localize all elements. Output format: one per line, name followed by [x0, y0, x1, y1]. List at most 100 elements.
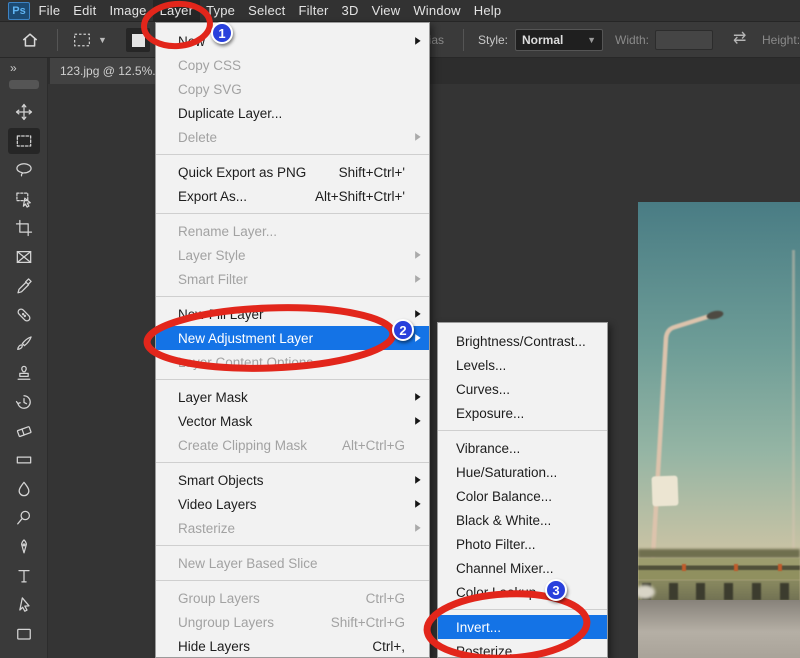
menu-item-label: Copy SVG: [178, 82, 242, 97]
menu-item-label: New Adjustment Layer: [178, 331, 313, 346]
adjustment-submenu-item-color-lookup[interactable]: Color Lookup...: [438, 580, 607, 604]
brush-tool[interactable]: [8, 331, 40, 357]
menu-layer[interactable]: Layer: [153, 0, 200, 21]
menu-item-label: Layer Content Options...: [178, 355, 324, 370]
menu-help[interactable]: Help: [467, 0, 508, 21]
far-pole: [792, 250, 795, 562]
adjustment-submenu-item-photo-filter[interactable]: Photo Filter...: [438, 532, 607, 556]
history-brush-tool[interactable]: [8, 389, 40, 415]
menu-item-label: New: [178, 34, 205, 49]
layer-menu-item-video-layers[interactable]: Video Layers▶: [156, 492, 429, 516]
pen-tool[interactable]: [8, 534, 40, 560]
menu-item-label: Channel Mixer...: [456, 561, 554, 576]
menu-item-label: Hide Layers: [178, 639, 250, 654]
adjustment-submenu-item-exposure[interactable]: Exposure...: [438, 401, 607, 425]
layer-menu-item-new-layer-based-slice: New Layer Based Slice: [156, 551, 429, 575]
menu-window[interactable]: Window: [407, 0, 467, 21]
menu-item-label: Posterize...: [456, 644, 524, 658]
menu-separator: [156, 296, 429, 297]
traffic-cone: [734, 564, 738, 571]
submenu-arrow-icon: ▶: [415, 475, 421, 486]
blur-tool[interactable]: [8, 476, 40, 502]
path-selection-tool[interactable]: [8, 592, 40, 618]
path-selection-tool-icon: [14, 595, 34, 615]
type-tool-icon: [14, 566, 34, 586]
clone-stamp-tool[interactable]: [8, 360, 40, 386]
adjustment-submenu-item-vibrance[interactable]: Vibrance...: [438, 436, 607, 460]
eraser-tool[interactable]: [8, 418, 40, 444]
menu-item-shortcut: Ctrl+G: [352, 591, 405, 606]
menu-separator: [438, 609, 607, 610]
submenu-arrow-icon: ▶: [415, 274, 421, 285]
object-selection-tool[interactable]: [8, 186, 40, 212]
tool-preset-marquee-icon[interactable]: ▼: [72, 22, 107, 58]
adjustment-submenu-item-posterize[interactable]: Posterize...: [438, 639, 607, 658]
lasso-tool[interactable]: [8, 157, 40, 183]
style-dropdown[interactable]: Normal ▼: [515, 29, 603, 51]
frame-tool-icon: [14, 247, 34, 267]
layer-menu-item-layer-content-options: Layer Content Options...: [156, 350, 429, 374]
road: [638, 600, 800, 658]
move-tool-icon: [14, 102, 34, 122]
layer-menu-item-new[interactable]: New▶: [156, 29, 429, 53]
adjustment-submenu-item-levels[interactable]: Levels...: [438, 353, 607, 377]
layer-menu-item-quick-export-as-png[interactable]: Quick Export as PNGShift+Ctrl+': [156, 160, 429, 184]
move-tool[interactable]: [8, 99, 40, 125]
layer-menu-item-hide-layers[interactable]: Hide LayersCtrl+,: [156, 634, 429, 658]
menu-filter[interactable]: Filter: [292, 0, 335, 21]
chevron-down-icon: ▼: [587, 35, 596, 45]
rectangular-marquee-tool[interactable]: [8, 128, 40, 154]
menu-3d[interactable]: 3D: [335, 0, 365, 21]
layer-menu-item-duplicate-layer[interactable]: Duplicate Layer...: [156, 101, 429, 125]
adjustment-submenu-item-invert[interactable]: Invert...: [438, 615, 607, 639]
adjustment-submenu-item-black-white[interactable]: Black & White...: [438, 508, 607, 532]
selection-mode-swatch[interactable]: [126, 22, 150, 58]
menu-item-label: Invert...: [456, 620, 501, 635]
collapse-panel-icon[interactable]: »: [10, 61, 18, 75]
menu-view[interactable]: View: [365, 0, 407, 21]
style-value: Normal: [522, 33, 563, 47]
adjustment-submenu-item-channel-mixer[interactable]: Channel Mixer...: [438, 556, 607, 580]
menu-item-label: Vector Mask: [178, 414, 252, 429]
eyedropper-tool[interactable]: [8, 273, 40, 299]
frame-tool[interactable]: [8, 244, 40, 270]
type-tool[interactable]: [8, 563, 40, 589]
menu-image[interactable]: Image: [103, 0, 153, 21]
rectangle-tool[interactable]: [8, 621, 40, 647]
swap-dimensions-icon[interactable]: ⇄: [733, 28, 746, 48]
menu-select[interactable]: Select: [242, 0, 292, 21]
layer-menu-item-new-adjustment-layer[interactable]: New Adjustment Layer▶: [156, 326, 429, 350]
new-adjustment-layer-submenu: Brightness/Contrast...Levels...Curves...…: [437, 322, 608, 658]
home-icon[interactable]: [20, 22, 40, 58]
adjustment-submenu-item-curves[interactable]: Curves...: [438, 377, 607, 401]
lasso-tool-icon: [14, 160, 34, 180]
submenu-arrow-icon: ▶: [415, 523, 421, 534]
menu-item-label: Delete: [178, 130, 217, 145]
adjustment-submenu-item-brightness-contrast[interactable]: Brightness/Contrast...: [438, 329, 607, 353]
layer-menu-item-layer-style: Layer Style▶: [156, 243, 429, 267]
layer-menu-item-smart-objects[interactable]: Smart Objects▶: [156, 468, 429, 492]
layer-menu-item-export-as[interactable]: Export As...Alt+Shift+Ctrl+': [156, 184, 429, 208]
spot-healing-brush-tool[interactable]: [8, 302, 40, 328]
adjustment-submenu-item-color-balance[interactable]: Color Balance...: [438, 484, 607, 508]
document-image: [638, 202, 800, 658]
menu-edit[interactable]: Edit: [67, 0, 103, 21]
layer-menu-item-layer-mask[interactable]: Layer Mask▶: [156, 385, 429, 409]
menu-item-label: Rasterize: [178, 521, 235, 536]
menu-type[interactable]: Type: [200, 0, 242, 21]
menu-file[interactable]: File: [32, 0, 67, 21]
layer-menu-item-vector-mask[interactable]: Vector Mask▶: [156, 409, 429, 433]
crop-tool[interactable]: [8, 215, 40, 241]
width-input[interactable]: [655, 30, 713, 50]
gradient-tool[interactable]: [8, 447, 40, 473]
clone-stamp-tool-icon: [14, 363, 34, 383]
panel-grip-handle[interactable]: [9, 80, 39, 89]
menu-item-label: Layer Style: [178, 248, 246, 263]
adjustment-submenu-item-hue-saturation[interactable]: Hue/Saturation...: [438, 460, 607, 484]
menu-item-shortcut: Shift+Ctrl+': [325, 165, 405, 180]
dodge-tool[interactable]: [8, 505, 40, 531]
layer-menu-dropdown: New▶Copy CSSCopy SVGDuplicate Layer...De…: [155, 22, 430, 658]
chevron-down-icon: ▼: [98, 35, 107, 45]
layer-menu-item-new-fill-layer[interactable]: New Fill Layer▶: [156, 302, 429, 326]
style-label: Style:: [478, 22, 508, 58]
